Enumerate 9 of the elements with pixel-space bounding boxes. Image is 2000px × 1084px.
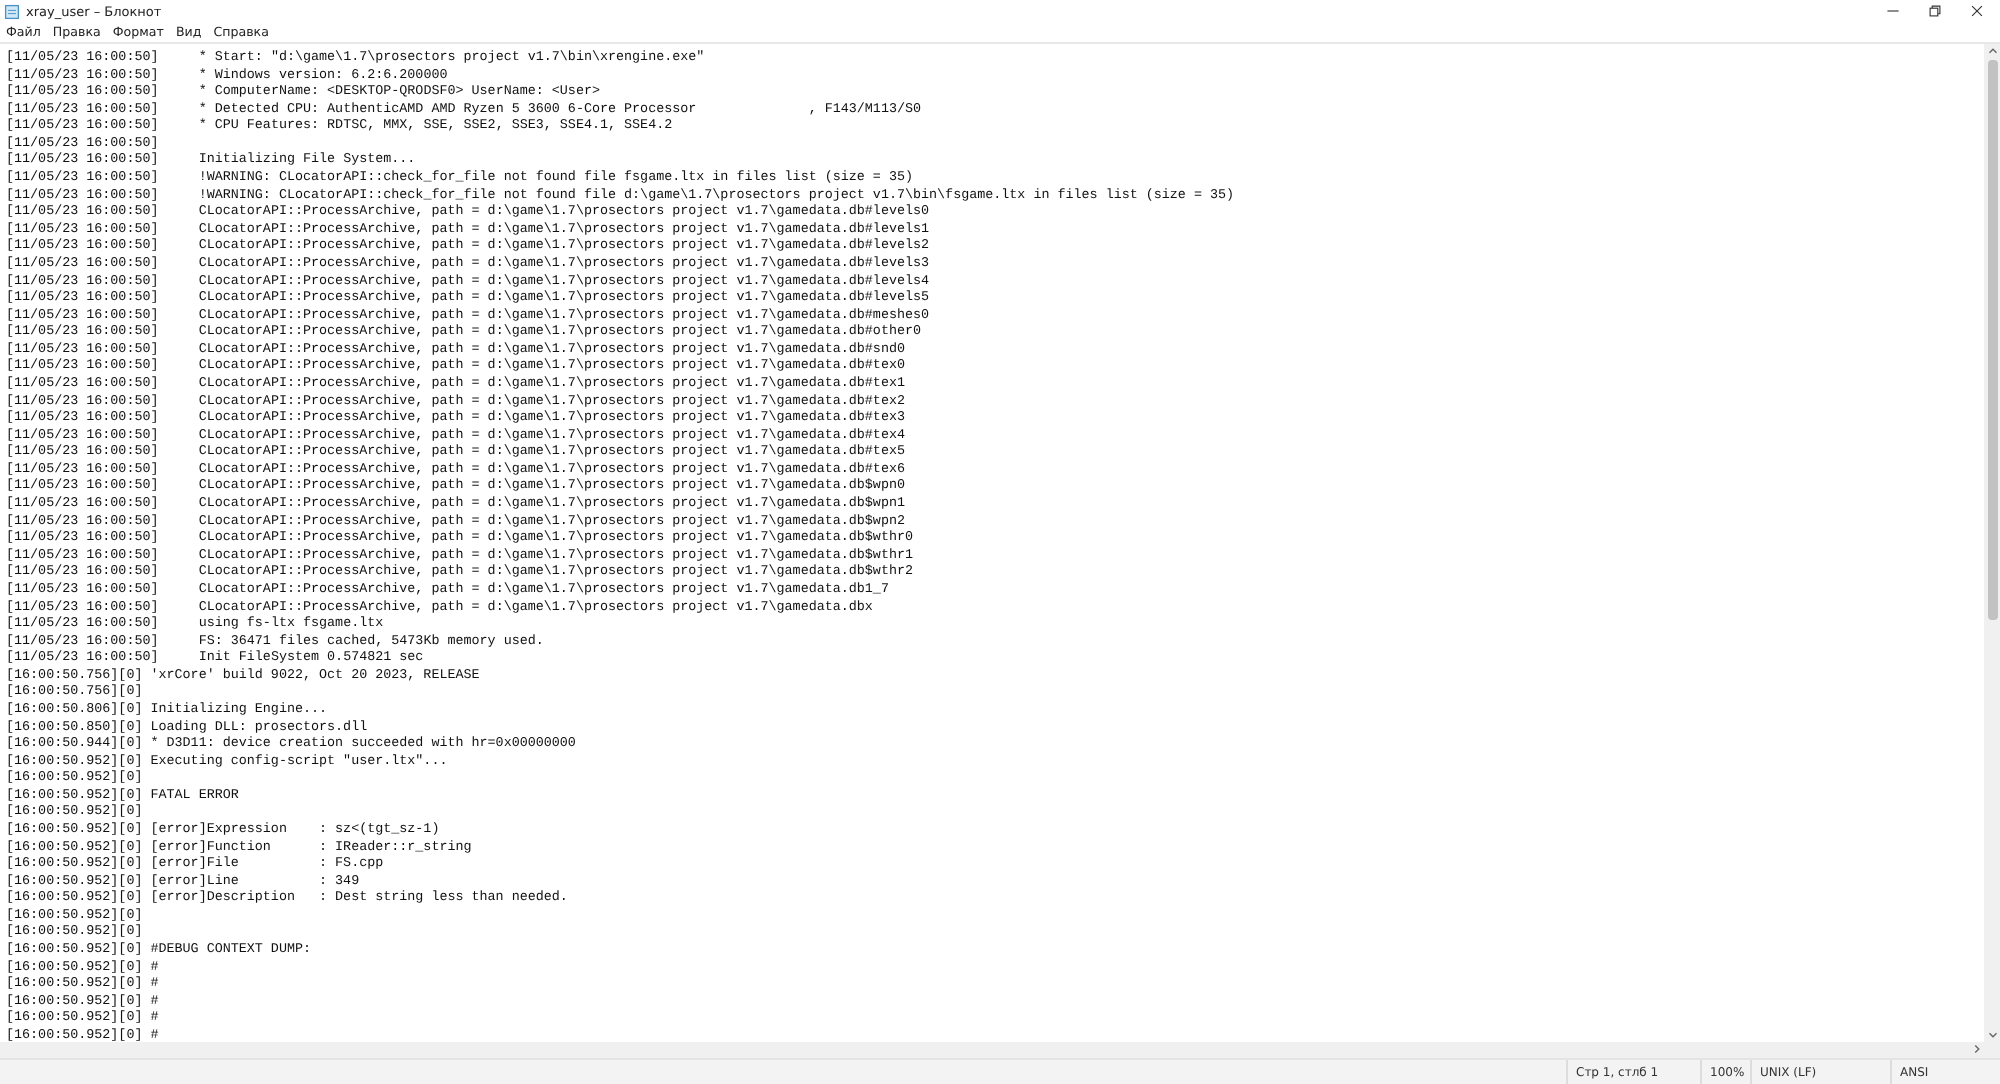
- restore-icon[interactable]: [1928, 4, 1942, 18]
- scroll-up-icon[interactable]: [1985, 44, 1999, 58]
- vertical-scrollbar[interactable]: [1984, 44, 2000, 1042]
- scroll-right-icon[interactable]: [1970, 1042, 1984, 1056]
- notepad-icon: [4, 3, 20, 19]
- scroll-down-icon[interactable]: [1985, 1028, 1999, 1042]
- horizontal-scrollbar[interactable]: [0, 1042, 2000, 1058]
- minimize-icon[interactable]: [1886, 4, 1900, 18]
- close-icon[interactable]: [1970, 4, 1984, 18]
